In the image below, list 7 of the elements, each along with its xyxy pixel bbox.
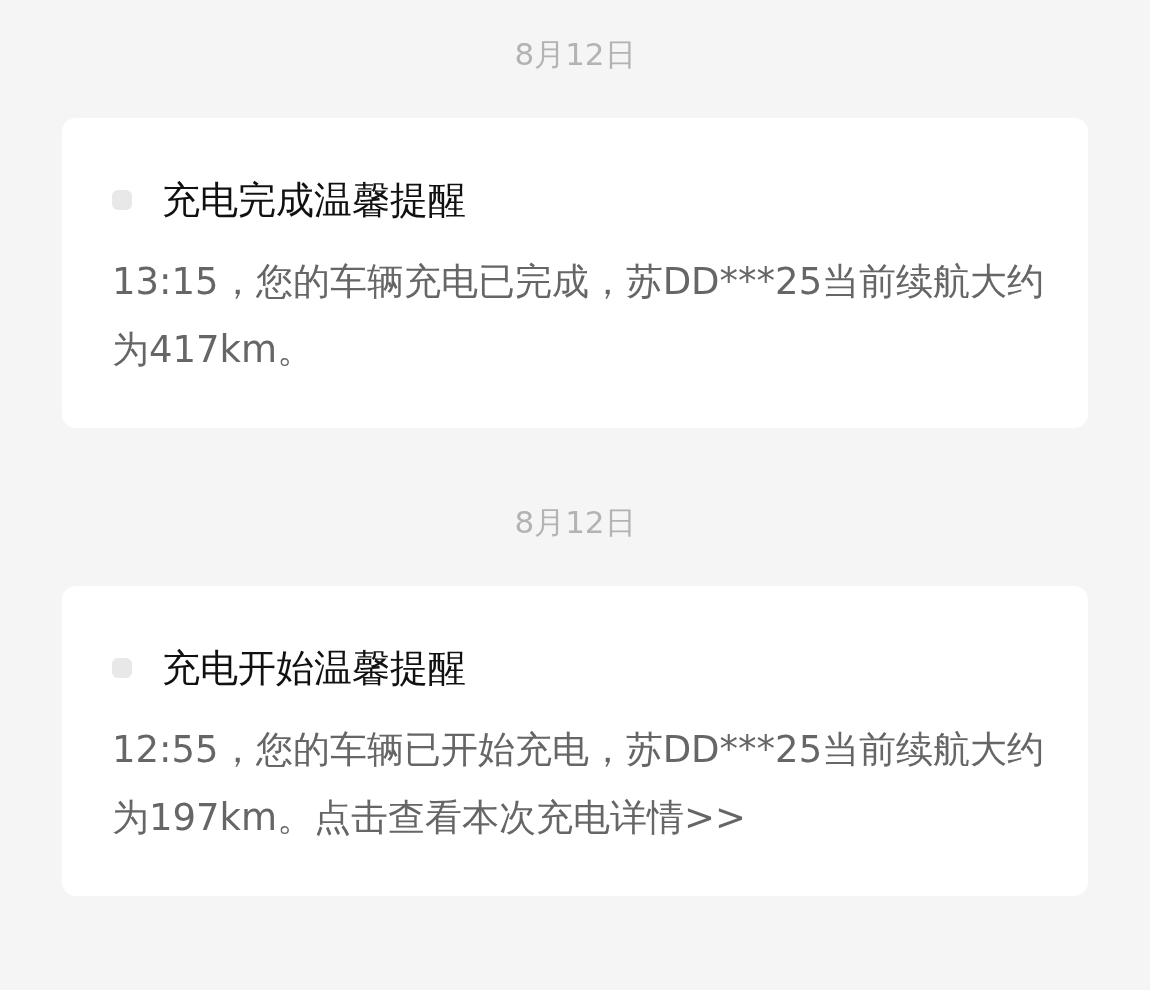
date-label: 8月12日: [514, 503, 636, 542]
details-link[interactable]: 点击查看本次充电详情>>: [314, 796, 747, 839]
message-title: 充电完成温馨提醒: [162, 177, 466, 224]
message-body: 12:55，您的车辆已开始充电，苏DD***25当前续航大约为197km。点击查看本次充电详情>>: [112, 727, 1046, 841]
message-title: 充电开始温馨提醒: [162, 645, 466, 692]
message-body: 13:15，您的车辆充电已完成，苏DD***25当前续航大约为417km。: [112, 259, 1046, 373]
date-label: 8月12日: [514, 35, 636, 74]
